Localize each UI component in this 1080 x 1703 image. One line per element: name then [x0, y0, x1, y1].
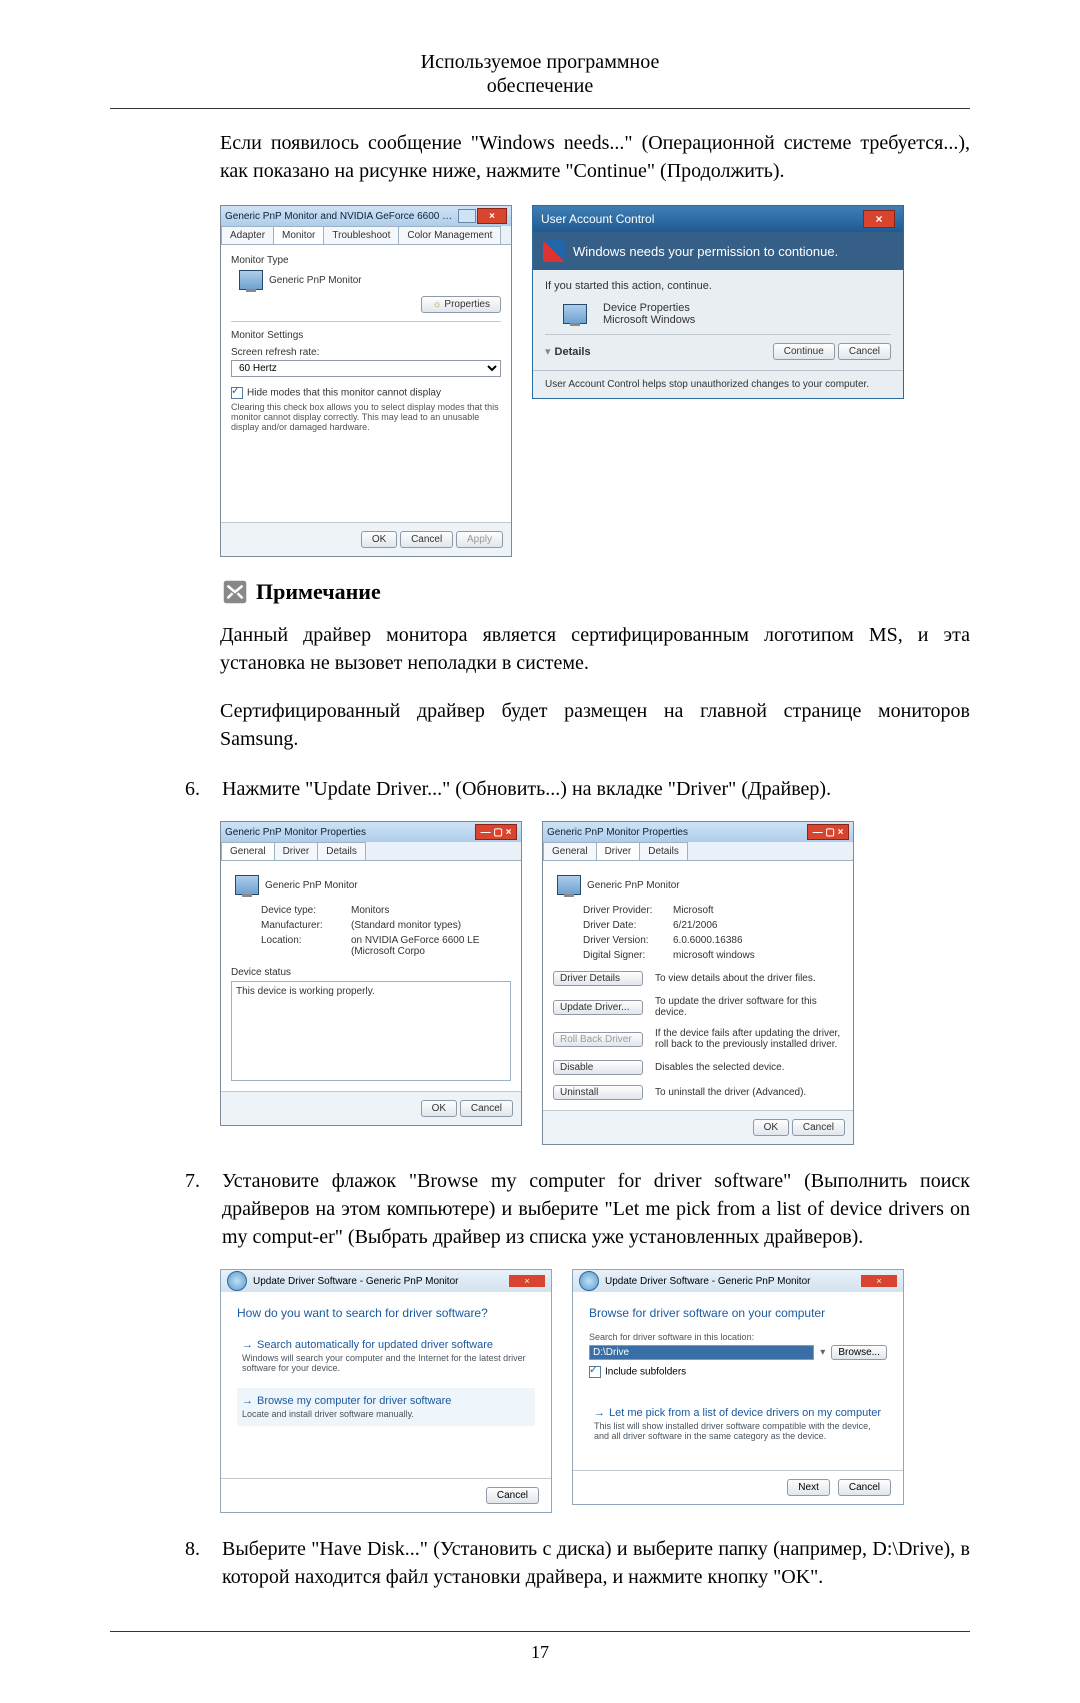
driver-details-button[interactable]: Driver Details	[553, 971, 643, 986]
hide-modes-desc: Clearing this check box allows you to se…	[231, 402, 501, 432]
device-status-box: This device is working properly.	[231, 981, 511, 1081]
cancel-button[interactable]: Cancel	[400, 531, 453, 548]
uac-footer: User Account Control helps stop unauthor…	[533, 370, 903, 398]
uac-window: User Account Control × Windows needs you…	[532, 205, 904, 399]
ok-button[interactable]: OK	[361, 531, 397, 548]
uac-item2: Microsoft Windows	[603, 314, 695, 326]
tab-color-management[interactable]: Color Management	[398, 226, 501, 244]
back-icon[interactable]	[579, 1271, 599, 1291]
monitor-icon	[239, 270, 263, 290]
cancel-button[interactable]: Cancel	[486, 1487, 539, 1504]
apply-button[interactable]: Apply	[456, 531, 503, 548]
details-toggle[interactable]: Details	[555, 346, 591, 358]
intro-text: Если появилось сообщение "Windows needs.…	[220, 129, 970, 185]
properties-button[interactable]: ☼ Properties	[421, 296, 501, 313]
rollback-driver-button[interactable]: Roll Back Driver	[553, 1032, 643, 1047]
driver-props-general: Generic PnP Monitor Properties — ▢ × Gen…	[220, 821, 522, 1126]
tab-details[interactable]: Details	[317, 842, 366, 860]
tab-driver[interactable]: Driver	[274, 842, 319, 860]
window-title: Generic PnP Monitor Properties	[225, 827, 366, 838]
hide-modes-checkbox[interactable]	[231, 387, 243, 399]
option-search-auto[interactable]: →Search automatically for updated driver…	[237, 1332, 535, 1380]
wizard-title: Update Driver Software - Generic PnP Mon…	[605, 1276, 810, 1287]
window-title: Generic PnP Monitor Properties	[547, 827, 688, 838]
monitor-icon	[557, 875, 581, 895]
note-p2: Сертифицированный драйвер будет размещен…	[220, 697, 970, 753]
tab-adapter[interactable]: Adapter	[221, 226, 274, 244]
monitor-props-window: Generic PnP Monitor and NVIDIA GeForce 6…	[220, 205, 512, 557]
tab-details[interactable]: Details	[639, 842, 688, 860]
device-name: Generic PnP Monitor	[265, 880, 358, 891]
tab-driver[interactable]: Driver	[596, 842, 641, 860]
uac-headline: Windows needs your permission to contion…	[573, 244, 838, 259]
step-6: 6. Нажмите "Update Driver..." (Обновить.…	[110, 775, 970, 803]
ok-button[interactable]: OK	[753, 1119, 789, 1136]
include-subfolders-checkbox[interactable]	[589, 1366, 601, 1378]
continue-button[interactable]: Continue	[773, 343, 835, 360]
close-icon[interactable]: ×	[477, 208, 507, 224]
wizard-heading: How do you want to search for driver sof…	[237, 1306, 535, 1320]
figure-3: Update Driver Software - Generic PnP Mon…	[220, 1269, 970, 1513]
option-browse[interactable]: →Browse my computer for driver software …	[237, 1388, 535, 1426]
page-number: 17	[110, 1642, 970, 1663]
tab-general[interactable]: General	[221, 842, 275, 860]
monitor-name: Generic PnP Monitor	[269, 275, 362, 286]
close-icon[interactable]: ×	[861, 1275, 897, 1287]
include-subfolders-label: Include subfolders	[605, 1367, 686, 1378]
monitor-type-label: Monitor Type	[231, 255, 501, 266]
tab-troubleshoot[interactable]: Troubleshoot	[323, 226, 399, 244]
monitor-icon	[235, 875, 259, 895]
wizard-heading: Browse for driver software on your compu…	[589, 1306, 887, 1320]
close-icon[interactable]: — ▢ ×	[807, 824, 849, 840]
cancel-button[interactable]: Cancel	[838, 1479, 891, 1496]
wizard-title: Update Driver Software - Generic PnP Mon…	[253, 1276, 458, 1287]
update-driver-button[interactable]: Update Driver...	[553, 1000, 643, 1015]
device-icon	[563, 304, 587, 324]
driver-props-driver: Generic PnP Monitor Properties — ▢ × Gen…	[542, 821, 854, 1145]
next-button[interactable]: Next	[787, 1479, 830, 1496]
device-status-label: Device status	[231, 967, 511, 978]
note-label: Примечание	[256, 579, 381, 605]
cancel-button[interactable]: Cancel	[792, 1119, 845, 1136]
refresh-rate-select[interactable]: 60 Hertz	[231, 360, 501, 377]
close-icon[interactable]: ×	[509, 1275, 545, 1287]
path-input[interactable]	[589, 1345, 814, 1360]
update-driver-wizard-2: Update Driver Software - Generic PnP Mon…	[572, 1269, 904, 1505]
disable-button[interactable]: Disable	[553, 1060, 643, 1075]
cancel-button[interactable]: Cancel	[460, 1100, 513, 1117]
device-name: Generic PnP Monitor	[587, 880, 680, 891]
uac-started-text: If you started this action, continue.	[545, 280, 891, 292]
option-let-me-pick[interactable]: →Let me pick from a list of device drive…	[589, 1400, 887, 1448]
uac-item1: Device Properties	[603, 302, 695, 314]
cancel-button[interactable]: Cancel	[838, 343, 891, 360]
refresh-rate-label: Screen refresh rate:	[231, 347, 501, 358]
shield-icon	[543, 240, 565, 262]
update-driver-wizard-1: Update Driver Software - Generic PnP Mon…	[220, 1269, 552, 1513]
back-icon[interactable]	[227, 1271, 247, 1291]
close-icon[interactable]: — ▢ ×	[475, 824, 517, 840]
minimize-icon[interactable]	[458, 209, 476, 223]
close-icon[interactable]: ×	[863, 210, 895, 228]
step-7: 7. Установите флажок "Browse my computer…	[110, 1167, 970, 1251]
ok-button[interactable]: OK	[421, 1100, 457, 1117]
tab-monitor[interactable]: Monitor	[273, 226, 324, 244]
uninstall-button[interactable]: Uninstall	[553, 1085, 643, 1100]
window-title: Generic PnP Monitor and NVIDIA GeForce 6…	[225, 211, 455, 222]
search-label: Search for driver software in this locat…	[589, 1332, 887, 1342]
browse-button[interactable]: Browse...	[831, 1345, 887, 1360]
uac-title: User Account Control	[541, 212, 654, 226]
figure-1: Generic PnP Monitor and NVIDIA GeForce 6…	[220, 205, 970, 557]
tab-general[interactable]: General	[543, 842, 597, 860]
header-line1: Используемое программное	[421, 51, 660, 73]
step-8: 8. Выберите "Have Disk..." (Установить с…	[110, 1535, 970, 1591]
monitor-settings-label: Monitor Settings	[231, 330, 501, 341]
hide-modes-label: Hide modes that this monitor cannot disp…	[247, 388, 441, 399]
figure-2: Generic PnP Monitor Properties — ▢ × Gen…	[220, 821, 970, 1145]
header-line2: обеспечение	[487, 75, 593, 97]
note-p1: Данный драйвер монитора является сертифи…	[220, 621, 970, 677]
note-icon	[220, 577, 250, 607]
